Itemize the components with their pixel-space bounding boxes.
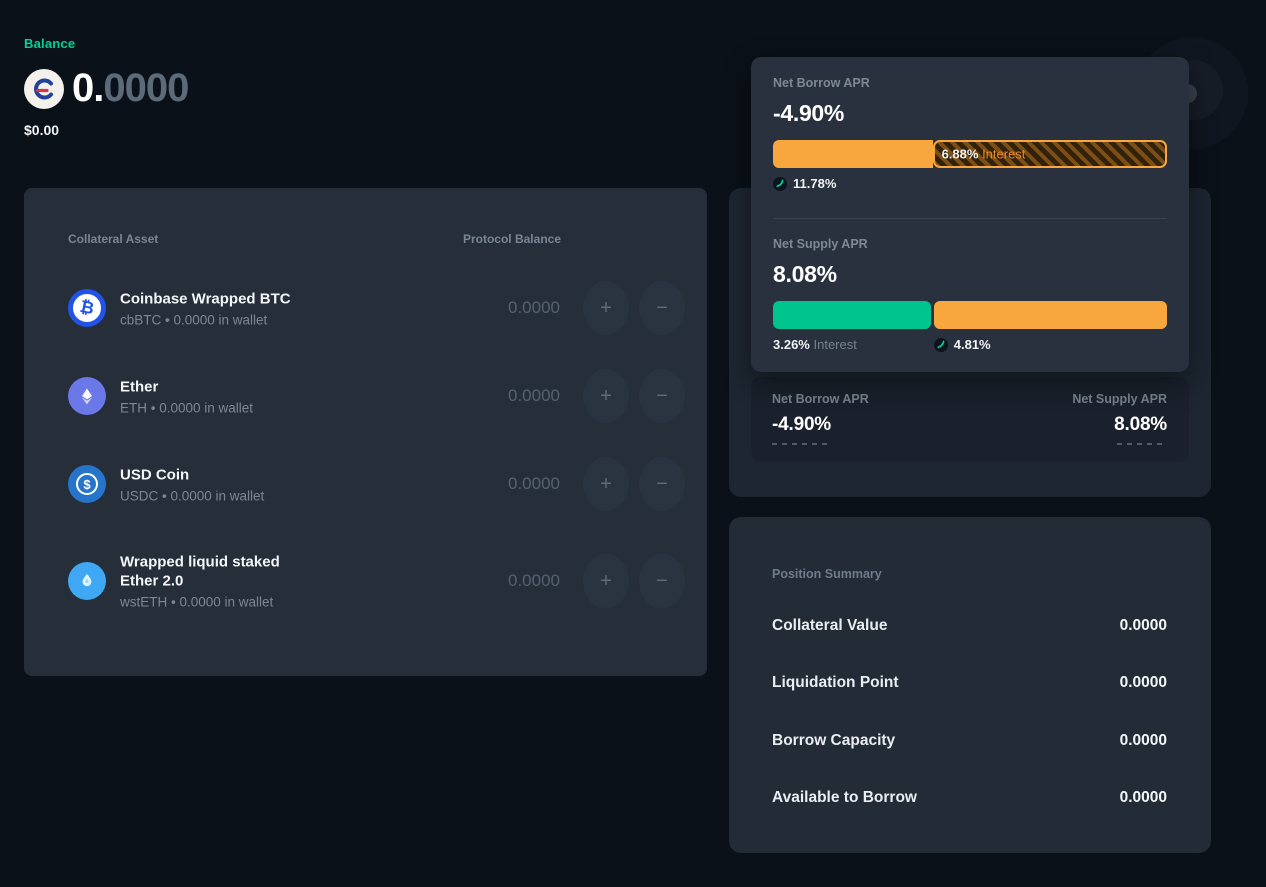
summary-row-borrow-capacity: Borrow Capacity 0.0000 bbox=[772, 731, 1167, 751]
table-row-wsteth: Wrapped liquid staked Ether 2.0 wstETH •… bbox=[24, 543, 707, 618]
summary-row-liquidation-point: Liquidation Point 0.0000 bbox=[772, 673, 1167, 693]
asset-name: USD Coin bbox=[120, 465, 264, 485]
app-root: Balance 0.0000 $0.00 Collateral Asset Pr… bbox=[0, 0, 1266, 887]
supply-interest-pct: 3.26% bbox=[773, 337, 810, 352]
net-borrow-apr-label: Net Borrow APR bbox=[772, 392, 869, 406]
net-borrow-apr-summary: Net Borrow APR -4.90% bbox=[772, 392, 869, 445]
net-borrow-apr-value: -4.90% bbox=[773, 100, 1167, 127]
borrow-apr-bar: 6.88% Interest bbox=[773, 140, 1167, 168]
col-header-asset: Collateral Asset bbox=[68, 232, 158, 246]
table-row-usdc: $ USD Coin USDC • 0.0000 in wallet 0.000… bbox=[24, 455, 707, 513]
asset-subtitle: USDC • 0.0000 in wallet bbox=[120, 488, 264, 503]
summary-row-label: Collateral Value bbox=[772, 617, 887, 635]
supply-tooltip-underline bbox=[1117, 443, 1167, 445]
balance-label: Balance bbox=[24, 36, 75, 51]
asset-name: Ether bbox=[120, 377, 253, 397]
summary-row-value: 0.0000 bbox=[1120, 789, 1167, 807]
eurc-icon bbox=[24, 69, 64, 109]
borrow-interest-pct: 6.88% bbox=[942, 147, 979, 162]
usdc-icon: $ bbox=[68, 465, 106, 503]
asset-text: Wrapped liquid staked Ether 2.0 wstETH •… bbox=[120, 552, 305, 609]
summary-row-label: Borrow Capacity bbox=[772, 732, 895, 750]
col-header-protocol-balance: Protocol Balance bbox=[463, 232, 561, 246]
net-supply-apr-summary: Net Supply APR 8.08% bbox=[1072, 392, 1167, 445]
supply-plus-button[interactable]: + bbox=[583, 369, 629, 423]
net-borrow-apr-value[interactable]: -4.90% bbox=[772, 414, 869, 436]
net-borrow-apr-label: Net Borrow APR bbox=[773, 76, 1167, 90]
position-summary-title: Position Summary bbox=[772, 567, 882, 581]
borrow-bar-hatched-segment: 6.88% Interest bbox=[933, 140, 1167, 168]
borrow-bar-solid-segment bbox=[773, 140, 933, 168]
asset-name: Wrapped liquid staked Ether 2.0 bbox=[120, 552, 305, 591]
net-supply-apr-label: Net Supply APR bbox=[1072, 392, 1167, 406]
withdraw-minus-button[interactable]: − bbox=[639, 281, 685, 335]
supply-apr-bar bbox=[773, 301, 1167, 329]
summary-row-label: Liquidation Point bbox=[772, 674, 899, 692]
table-row-cbbtc: ₿ Coinbase Wrapped BTC cbBTC • 0.0000 in… bbox=[24, 279, 707, 337]
popover-divider bbox=[773, 218, 1167, 219]
asset-subtitle: ETH • 0.0000 in wallet bbox=[120, 400, 253, 415]
borrow-reward-line: 11.78% bbox=[773, 176, 1167, 191]
asset-subtitle: cbBTC • 0.0000 in wallet bbox=[120, 312, 291, 327]
comp-token-icon bbox=[773, 177, 787, 191]
borrow-interest-label: 6.88% Interest bbox=[942, 147, 1026, 162]
summary-row-value: 0.0000 bbox=[1120, 674, 1167, 692]
net-supply-apr-section: Net Supply APR 8.08% 3.26% Interest 4.81… bbox=[773, 237, 1167, 353]
eurc-logo-glyph bbox=[31, 76, 57, 102]
position-summary-card: Position Summary Collateral Value 0.0000… bbox=[729, 517, 1211, 853]
cbbtc-icon: ₿ bbox=[68, 289, 106, 327]
asset-text: Coinbase Wrapped BTC cbBTC • 0.0000 in w… bbox=[120, 289, 291, 327]
net-borrow-apr-section: Net Borrow APR -4.90% 6.88% Interest 11.… bbox=[773, 76, 1167, 191]
borrow-tooltip-underline bbox=[772, 443, 829, 445]
summary-row-available-to-borrow: Available to Borrow 0.0000 bbox=[772, 788, 1167, 808]
asset-subtitle: wstETH • 0.0000 in wallet bbox=[120, 594, 305, 609]
supply-plus-button[interactable]: + bbox=[583, 281, 629, 335]
protocol-balance-value: 0.0000 bbox=[508, 298, 560, 318]
balance-amount-int: 0. bbox=[72, 66, 103, 110]
summary-row-value: 0.0000 bbox=[1120, 732, 1167, 750]
protocol-balance-value: 0.0000 bbox=[508, 386, 560, 406]
borrow-interest-word: Interest bbox=[982, 147, 1025, 162]
supply-plus-button[interactable]: + bbox=[583, 457, 629, 511]
supply-interest-word: Interest bbox=[814, 337, 857, 352]
net-supply-apr-value: 8.08% bbox=[773, 261, 1167, 288]
table-row-eth: Ether ETH • 0.0000 in wallet 0.0000 + − bbox=[24, 367, 707, 425]
asset-text: USD Coin USDC • 0.0000 in wallet bbox=[120, 465, 264, 503]
collateral-panel: Collateral Asset Protocol Balance ₿ Coin… bbox=[24, 188, 707, 676]
borrow-reward-pct: 11.78% bbox=[793, 176, 836, 191]
supply-plus-button[interactable]: + bbox=[583, 554, 629, 608]
balance-row: 0.0000 bbox=[24, 66, 188, 111]
supply-bar-interest-segment bbox=[773, 301, 931, 329]
withdraw-minus-button[interactable]: − bbox=[639, 554, 685, 608]
comp-token-icon bbox=[934, 338, 948, 352]
eth-glyph bbox=[77, 386, 97, 406]
asset-text: Ether ETH • 0.0000 in wallet bbox=[120, 377, 253, 415]
balance-usd-value: $0.00 bbox=[24, 122, 59, 138]
balance-amount-frac: 0000 bbox=[103, 66, 188, 110]
net-supply-apr-label: Net Supply APR bbox=[773, 237, 1167, 251]
net-supply-apr-value[interactable]: 8.08% bbox=[1072, 414, 1167, 436]
protocol-balance-value: 0.0000 bbox=[508, 474, 560, 494]
supply-interest-label: 3.26% Interest bbox=[773, 337, 857, 352]
summary-row-label: Available to Borrow bbox=[772, 789, 917, 807]
summary-row-collateral-value: Collateral Value 0.0000 bbox=[772, 616, 1167, 636]
asset-name: Coinbase Wrapped BTC bbox=[120, 289, 291, 309]
withdraw-minus-button[interactable]: − bbox=[639, 369, 685, 423]
eth-icon bbox=[68, 377, 106, 415]
balance-amount: 0.0000 bbox=[72, 66, 188, 111]
protocol-balance-value: 0.0000 bbox=[508, 571, 560, 591]
supply-reward-pct: 4.81% bbox=[954, 337, 991, 352]
wsteth-glyph bbox=[77, 571, 97, 591]
supply-bar-reward-segment bbox=[934, 301, 1167, 329]
apr-breakdown-popover: Net Borrow APR -4.90% 6.88% Interest 11.… bbox=[751, 57, 1189, 372]
withdraw-minus-button[interactable]: − bbox=[639, 457, 685, 511]
wsteth-icon bbox=[68, 562, 106, 600]
apr-summary-panel: Net Borrow APR -4.90% Net Supply APR 8.0… bbox=[751, 377, 1189, 462]
supply-bar-labels: 3.26% Interest 4.81% bbox=[773, 337, 1167, 353]
supply-reward-line: 4.81% bbox=[934, 337, 991, 352]
summary-row-value: 0.0000 bbox=[1120, 617, 1167, 635]
